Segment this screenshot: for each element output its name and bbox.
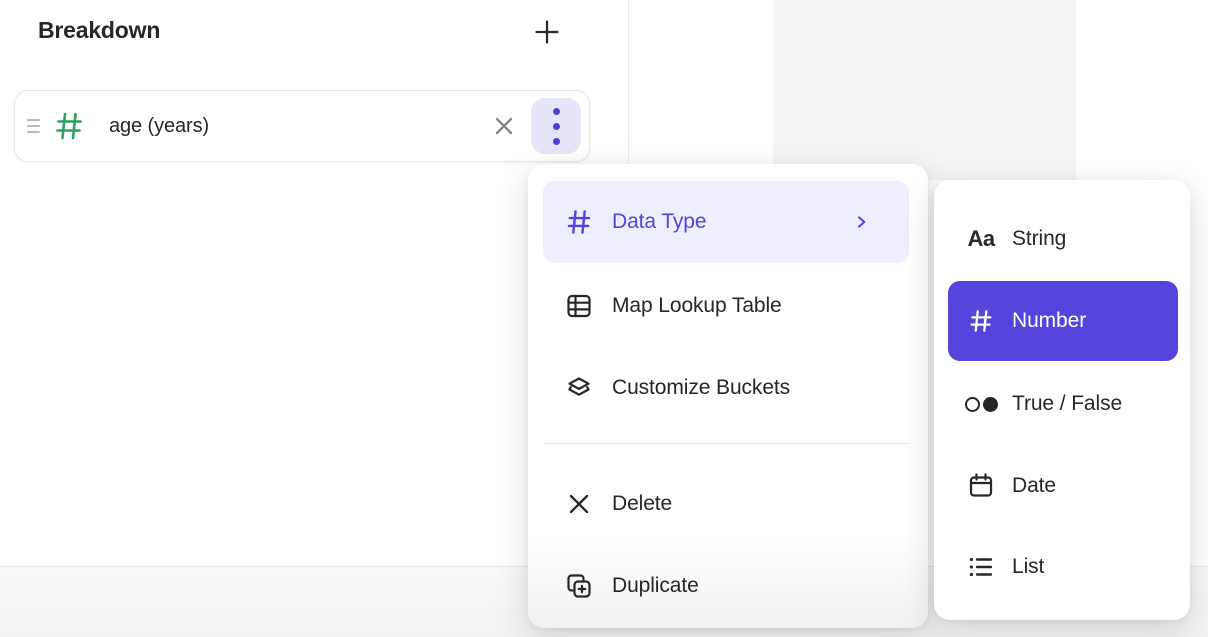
submenu-item-label: Date [1012,474,1056,498]
submenu-item-number[interactable]: Number [934,281,1178,361]
submenu-item-true-false[interactable]: True / False [934,363,1190,445]
field-name-label: age (years) [109,115,209,138]
boolean-icon [962,397,1000,412]
list-icon [962,553,1000,581]
hash-icon [53,109,85,143]
submenu-item-label: List [1012,555,1044,579]
drag-handle-icon[interactable] [27,119,45,133]
calendar-icon [962,472,1000,500]
submenu-item-label: True / False [1012,392,1122,416]
field-menu-button[interactable] [531,98,581,154]
menu-divider [543,443,909,444]
menu-item-label: Delete [612,492,672,516]
menu-item-duplicate[interactable]: Duplicate [528,545,928,627]
remove-field-button[interactable] [485,107,523,145]
plus-icon [533,18,561,46]
chevron-right-icon [853,214,869,230]
menu-item-label: Duplicate [612,574,699,598]
menu-item-label: Map Lookup Table [612,294,782,318]
kebab-menu-icon [553,108,560,145]
hash-icon [564,207,594,237]
breakdown-field-row[interactable]: age (years) [14,90,590,162]
x-icon [564,491,594,517]
add-breakdown-button[interactable] [529,14,565,50]
menu-item-map-lookup-table[interactable]: Map Lookup Table [528,265,928,347]
hash-icon [962,307,1000,335]
close-icon [491,113,517,139]
submenu-item-label: Number [1012,309,1086,333]
menu-item-delete[interactable]: Delete [528,463,928,545]
submenu-item-list[interactable]: List [934,526,1190,608]
aa-icon: Aa [962,226,1000,252]
copy-plus-icon [564,572,594,600]
menu-item-customize-buckets[interactable]: Customize Buckets [528,347,928,429]
data-type-submenu: Aa String Number True / False Date [934,180,1190,620]
chart-placeholder-panel [773,0,1076,180]
menu-item-data-type[interactable]: Data Type [543,181,909,263]
submenu-item-string[interactable]: Aa String [934,198,1190,280]
submenu-item-date[interactable]: Date [934,445,1190,527]
layers-icon [564,374,594,402]
menu-item-label: Customize Buckets [612,376,790,400]
table-icon [564,292,594,320]
submenu-item-label: String [1012,227,1066,251]
field-context-menu: Data Type Map Lookup Table Customize Buc… [528,164,928,628]
menu-item-label: Data Type [612,210,706,234]
breakdown-title: Breakdown [38,17,160,44]
